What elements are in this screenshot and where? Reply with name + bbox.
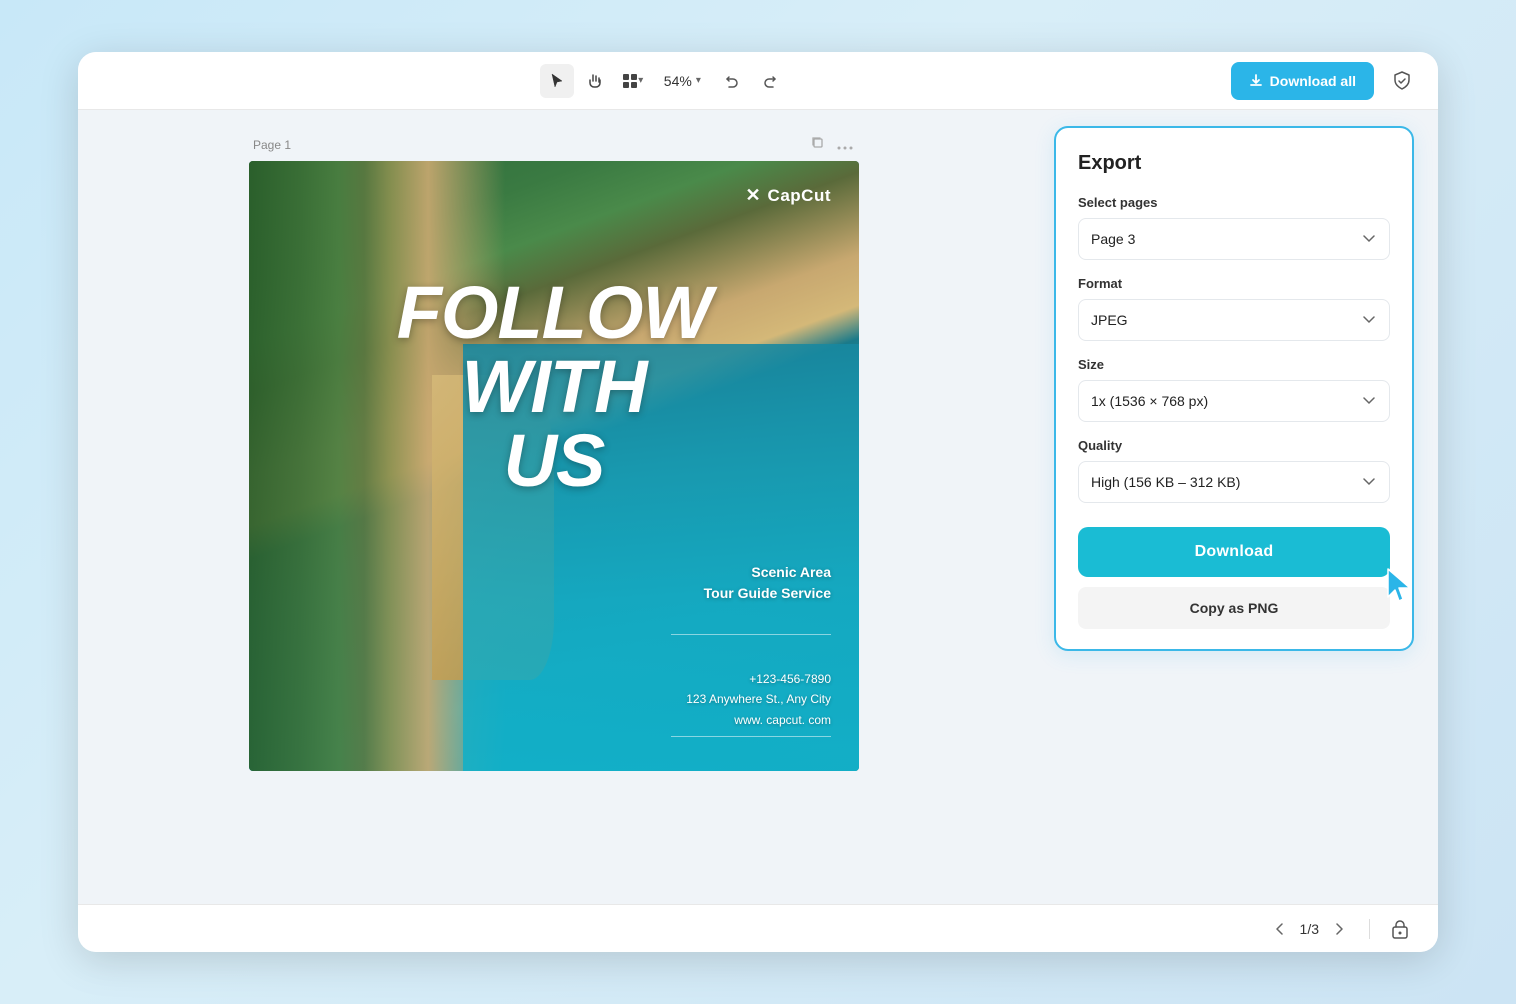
capcut-logo-text: CapCut (768, 186, 831, 206)
page-more-button[interactable] (835, 135, 855, 155)
zoom-level: 54% (664, 73, 692, 89)
capcut-logo-icon: ✕ (745, 185, 760, 206)
app-window: ▾ 54% ▾ (78, 52, 1438, 952)
hand-tool-button[interactable] (578, 64, 612, 98)
canvas-bottom-text: Scenic Area Tour Guide Service +123-456-… (671, 562, 831, 743)
divider-top (671, 634, 831, 635)
lock-button[interactable] (1386, 915, 1414, 943)
canvas-area: Page 1 (78, 110, 1030, 904)
size-label: Size (1078, 357, 1390, 372)
capcut-logo: ✕ CapCut (277, 185, 831, 206)
copy-as-png-button[interactable]: Copy as PNG (1078, 587, 1390, 629)
page-container: Page 1 (249, 134, 859, 771)
download-all-button[interactable]: Download all (1231, 62, 1374, 100)
page-nav: 1/3 (1266, 916, 1353, 942)
page-icons (809, 134, 855, 155)
toolbar: ▾ 54% ▾ (78, 52, 1438, 110)
redo-button[interactable] (753, 64, 787, 98)
page-copy-button[interactable] (809, 134, 827, 155)
layout-tool-button[interactable]: ▾ (616, 64, 650, 98)
download-all-icon (1249, 74, 1263, 88)
headline-line2: WITH (277, 350, 831, 424)
format-label: Format (1078, 276, 1390, 291)
next-page-icon (1336, 923, 1344, 935)
tagline-line1: Scenic Area (671, 562, 831, 583)
select-pages-dropdown[interactable]: Page 1 Page 2 Page 3 All pages (1078, 218, 1390, 260)
canvas-tagline: Scenic Area Tour Guide Service (671, 562, 831, 604)
phone: +123-456-7890 (686, 669, 831, 689)
select-pages-label: Select pages (1078, 195, 1390, 210)
headline-line3: US (277, 424, 831, 498)
size-dropdown[interactable]: 0.5x (768 × 384 px) 1x (1536 × 768 px) 2… (1078, 380, 1390, 422)
lock-icon (1391, 919, 1409, 939)
export-panel: Export Select pages Page 1 Page 2 Page 3… (1054, 126, 1414, 651)
layout-chevron-icon: ▾ (638, 75, 643, 86)
contact-info: +123-456-7890 123 Anywhere St., Any City… (686, 669, 831, 730)
page-label-bar: Page 1 (249, 134, 859, 161)
format-dropdown[interactable]: JPEG PNG PDF SVG (1078, 299, 1390, 341)
cursor-arrow-icon (1382, 565, 1418, 607)
export-title: Export (1078, 152, 1390, 175)
zoom-chevron-icon: ▾ (696, 75, 701, 86)
undo-button[interactable] (715, 64, 749, 98)
bottom-divider (1369, 919, 1370, 939)
quality-dropdown[interactable]: Low (39 KB – 78 KB) Medium (78 KB – 156 … (1078, 461, 1390, 503)
canvas-headline: FOLLOW WITH US (277, 276, 831, 498)
next-page-button[interactable] (1327, 916, 1353, 942)
pointer-tool-button[interactable] (540, 64, 574, 98)
prev-page-icon (1275, 923, 1283, 935)
address: 123 Anywhere St., Any City (686, 689, 831, 709)
toolbar-center: ▾ 54% ▾ (540, 64, 787, 98)
quality-label: Quality (1078, 438, 1390, 453)
website: www. capcut. com (686, 710, 831, 730)
download-all-label: Download all (1270, 73, 1356, 89)
headline-line1: FOLLOW (277, 276, 831, 350)
bottom-bar: 1/3 (78, 904, 1438, 952)
download-button-wrapper: Download (1078, 519, 1390, 587)
tagline-line2: Tour Guide Service (671, 583, 831, 604)
page-indicator: 1/3 (1300, 921, 1319, 937)
shield-button[interactable] (1384, 63, 1420, 99)
page-label: Page 1 (253, 138, 291, 152)
download-button[interactable]: Download (1078, 527, 1390, 577)
divider-bottom (671, 736, 831, 737)
prev-page-button[interactable] (1266, 916, 1292, 942)
toolbar-right: Download all (1231, 62, 1420, 100)
zoom-button[interactable]: 54% ▾ (654, 65, 711, 97)
shield-icon (1391, 70, 1413, 92)
canvas-image: ✕ CapCut FOLLOW WITH US Scenic Area Tour… (249, 161, 859, 771)
main-content: Page 1 (78, 110, 1438, 904)
